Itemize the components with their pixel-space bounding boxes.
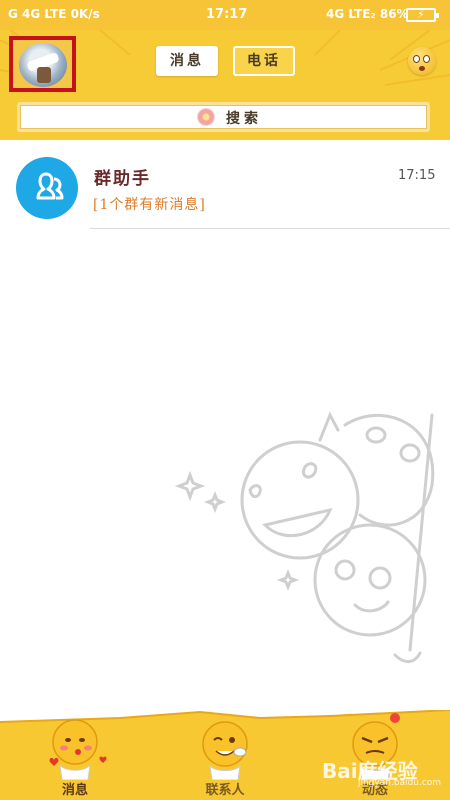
flower-icon (197, 108, 215, 126)
smiley-kiss-icon (49, 719, 107, 781)
conversation-time: 17:15 (398, 168, 436, 183)
empty-state-illustration (174, 411, 435, 663)
list-item[interactable]: 群助手 17:15 [1个群有新消息] (0, 146, 450, 230)
status-time: 17:17 (206, 7, 248, 22)
search-bar[interactable]: 搜索 (17, 102, 430, 132)
watermark-url: jingyan.baidu.com (358, 778, 442, 788)
surprised-face-icon[interactable] (408, 47, 436, 75)
nav-messages-label: 消息 (61, 783, 88, 798)
divider (90, 228, 450, 229)
header: 消息 电话 搜索 (0, 30, 450, 140)
avatar (19, 43, 67, 87)
battery-icon: ⚡ (406, 8, 439, 22)
smiley-wink-icon (202, 721, 248, 781)
group-icon (16, 157, 78, 219)
status-bar: G 4G LTE 0K/s 17:17 4G LTE₂ 86% ⚡ (0, 0, 450, 30)
tab-calls[interactable]: 电话 (233, 46, 295, 76)
conversation-preview: [1个群有新消息] (93, 197, 206, 213)
conversation-title: 群助手 (94, 169, 151, 189)
profile-avatar-button[interactable] (9, 36, 76, 92)
nav-messages[interactable]: 消息 (20, 710, 130, 800)
network-status: G 4G LTE 0K/s (8, 7, 100, 21)
battery-percent: 4G LTE₂ 86% (326, 7, 409, 21)
nav-contacts[interactable]: 联系人 (170, 710, 280, 800)
nav-contacts-label: 联系人 (205, 783, 245, 798)
notification-badge (390, 713, 400, 723)
tab-messages[interactable]: 消息 (156, 46, 218, 76)
search-label: 搜索 (226, 111, 262, 127)
